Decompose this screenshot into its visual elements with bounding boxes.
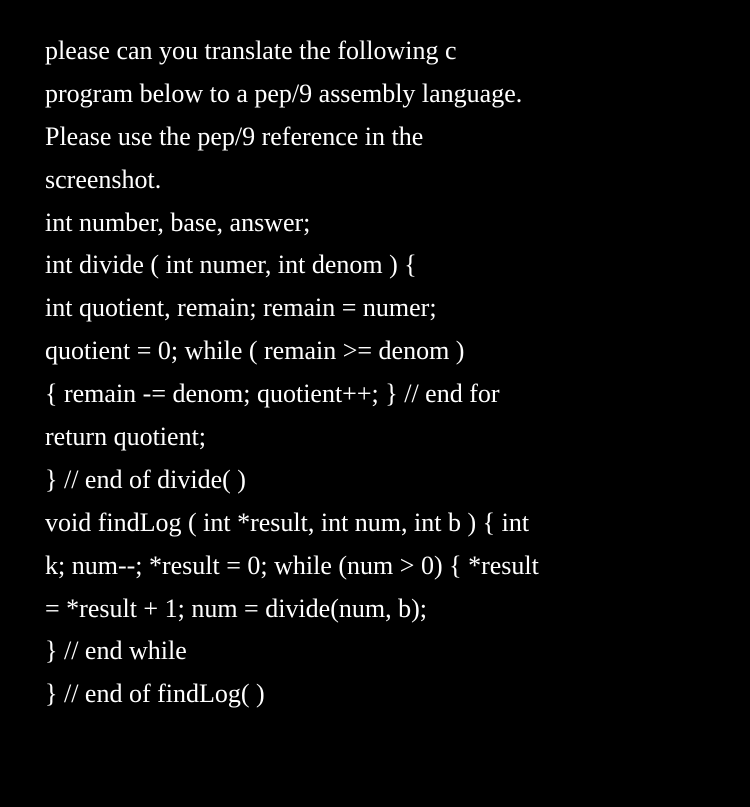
text-line: } // end while (45, 630, 705, 673)
text-line: int divide ( int numer, int denom ) { (45, 244, 705, 287)
text-line: void findLog ( int *result, int num, int… (45, 502, 705, 545)
text-line: } // end of divide( ) (45, 459, 705, 502)
text-line: = *result + 1; num = divide(num, b); (45, 588, 705, 631)
text-line: { remain -= denom; quotient++; } // end … (45, 373, 705, 416)
text-line: quotient = 0; while ( remain >= denom ) (45, 330, 705, 373)
text-line: program below to a pep/9 assembly langua… (45, 73, 705, 116)
text-line: Please use the pep/9 reference in the (45, 116, 705, 159)
text-line: k; num--; *result = 0; while (num > 0) {… (45, 545, 705, 588)
text-line: return quotient; (45, 416, 705, 459)
text-line: please can you translate the following c (45, 30, 705, 73)
text-line: screenshot. (45, 159, 705, 202)
document-content: please can you translate the following c… (45, 30, 705, 716)
text-line: int number, base, answer; (45, 202, 705, 245)
text-line: } // end of findLog( ) (45, 673, 705, 716)
text-line: int quotient, remain; remain = numer; (45, 287, 705, 330)
